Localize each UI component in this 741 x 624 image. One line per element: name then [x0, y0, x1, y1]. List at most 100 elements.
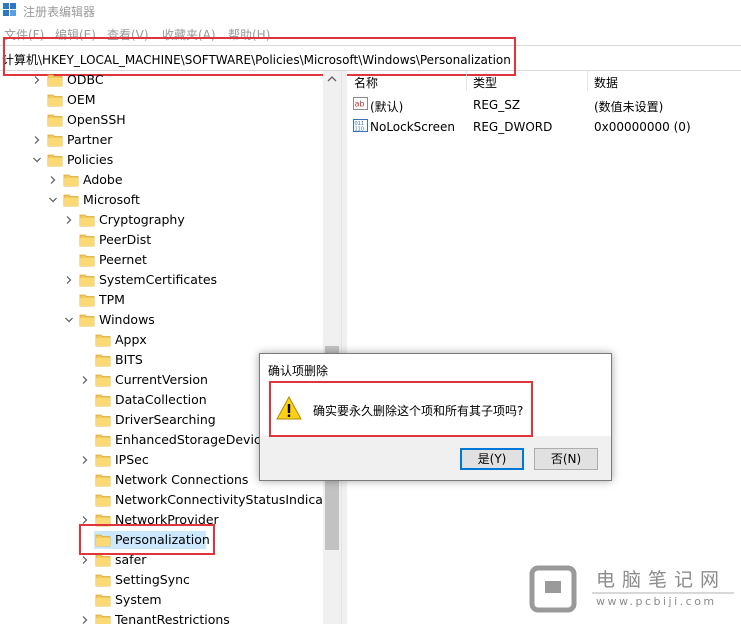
tree-node[interactable]: TPM	[62, 290, 320, 310]
yes-button[interactable]: 是(Y)	[460, 448, 524, 470]
folder-icon	[47, 74, 63, 87]
folder-icon	[47, 154, 63, 167]
no-button[interactable]: 否(N)	[534, 448, 598, 470]
folder-icon	[63, 174, 79, 187]
tree-node-label: DataCollection	[115, 392, 207, 407]
value-row[interactable]: 011 110 NoLockScreen REG_DWORD 0x0000000…	[347, 116, 741, 136]
tree-node[interactable]: Peernet	[62, 250, 320, 270]
chevron-right-icon[interactable]	[32, 75, 42, 85]
column-separator[interactable]	[587, 71, 588, 91]
tree-node[interactable]: OpenSSH	[30, 110, 320, 130]
tree-node[interactable]: ODBC	[30, 71, 320, 90]
scroll-up-arrow-icon[interactable]	[323, 71, 341, 87]
watermark-url: www.pcbiji.com	[596, 595, 717, 608]
tree-node[interactable]: System	[78, 590, 320, 610]
tree-node-label: BITS	[115, 352, 143, 367]
tree-node-label: PeerDist	[99, 232, 152, 247]
tree-node[interactable]: Partner	[30, 130, 320, 150]
folder-icon	[63, 194, 79, 207]
folder-icon	[79, 214, 95, 227]
chevron-right-icon[interactable]	[80, 375, 90, 385]
chevron-right-icon[interactable]	[64, 215, 74, 225]
chevron-right-icon[interactable]	[48, 175, 58, 185]
column-separator[interactable]	[466, 71, 467, 91]
folder-icon	[95, 554, 111, 567]
tree-node-label: EnhancedStorageDevices	[115, 432, 275, 447]
chevron-down-icon[interactable]	[32, 155, 42, 165]
folder-icon	[95, 334, 111, 347]
folder-icon	[95, 394, 111, 407]
tree-node[interactable]: Appx	[78, 330, 320, 350]
tree-node-label: Partner	[67, 132, 113, 147]
column-header-name[interactable]: 名称	[354, 74, 378, 91]
tree-node[interactable]: Microsoft	[46, 190, 320, 210]
registry-editor-icon	[3, 3, 16, 16]
folder-icon	[47, 114, 63, 127]
chevron-right-icon[interactable]	[80, 615, 90, 624]
folder-icon	[79, 294, 95, 307]
values-pane: 名称 类型 数据 ab (默认) REG_SZ (数值未设置) 011 110 …	[347, 71, 741, 624]
title-bar: 注册表编辑器	[0, 0, 741, 22]
tree-node[interactable]: SystemCertificates	[62, 270, 320, 290]
folder-icon	[95, 374, 111, 387]
tree-node-label: Network Connections	[115, 472, 249, 487]
folder-icon	[95, 614, 111, 624]
value-type: REG_DWORD	[473, 120, 553, 134]
folder-icon	[95, 494, 111, 507]
tree-node[interactable]: TenantRestrictions	[78, 610, 320, 624]
tree-node[interactable]: PeerDist	[62, 230, 320, 250]
tree-node[interactable]: Adobe	[46, 170, 320, 190]
window-title: 注册表编辑器	[23, 5, 96, 19]
value-type: REG_SZ	[473, 98, 521, 112]
chevron-down-icon[interactable]	[64, 315, 74, 325]
folder-icon	[79, 274, 95, 287]
folder-icon	[95, 574, 111, 587]
chevron-right-icon[interactable]	[32, 135, 42, 145]
dword-value-icon: 011 110	[353, 119, 368, 132]
tree-node-label: NetworkConnectivityStatusIndicator	[115, 492, 341, 507]
dialog-title: 确认项删除	[268, 364, 329, 378]
folder-icon	[95, 594, 111, 607]
folder-icon	[95, 354, 111, 367]
tree-node[interactable]: Windows	[62, 310, 320, 330]
folder-icon	[95, 434, 111, 447]
tree-node-label: TenantRestrictions	[115, 612, 230, 624]
folder-icon	[79, 314, 95, 327]
string-value-icon: ab	[353, 97, 368, 110]
chevron-right-icon[interactable]	[80, 455, 90, 465]
folder-icon	[95, 454, 111, 467]
tree-node[interactable]: Policies	[30, 150, 320, 170]
chevron-right-icon[interactable]	[64, 275, 74, 285]
folder-icon	[95, 414, 111, 427]
folder-icon	[79, 234, 95, 247]
tree-node-label: IPSec	[115, 452, 149, 467]
tree-node-label: OEM	[67, 92, 96, 107]
tree-node-label: Peernet	[99, 252, 147, 267]
tree-node-label: Adobe	[83, 172, 123, 187]
tree-node-label: Microsoft	[83, 192, 140, 207]
tree-node[interactable]: Cryptography	[62, 210, 320, 230]
tree-node-label: Windows	[99, 312, 155, 327]
selected-key-highlight-box	[79, 524, 215, 555]
svg-text:110: 110	[355, 127, 365, 133]
chevron-down-icon[interactable]	[48, 195, 58, 205]
value-row[interactable]: ab (默认) REG_SZ (数值未设置)	[347, 94, 741, 114]
folder-icon	[95, 474, 111, 487]
folder-icon	[47, 134, 63, 147]
column-header-type[interactable]: 类型	[473, 74, 497, 91]
tree-node[interactable]: SettingSync	[78, 570, 320, 590]
tree-node-label: OpenSSH	[67, 112, 126, 127]
tree-node-label: Cryptography	[99, 212, 185, 227]
tree-node[interactable]: NetworkConnectivityStatusIndicator	[78, 490, 341, 510]
dialog-message-highlight-box	[269, 381, 533, 437]
chevron-right-icon[interactable]	[80, 555, 90, 565]
tree-node-label: DriverSearching	[115, 412, 216, 427]
watermark-site-name: 电脑笔记网	[596, 569, 727, 591]
tree-node-label: System	[115, 592, 162, 607]
tree-node-label: Appx	[115, 332, 147, 347]
tree-node-label: ODBC	[67, 72, 104, 87]
tree-node[interactable]: OEM	[30, 90, 320, 110]
tree-node-label: SettingSync	[115, 572, 190, 587]
folder-icon	[79, 254, 95, 267]
column-header-data[interactable]: 数据	[594, 74, 618, 91]
